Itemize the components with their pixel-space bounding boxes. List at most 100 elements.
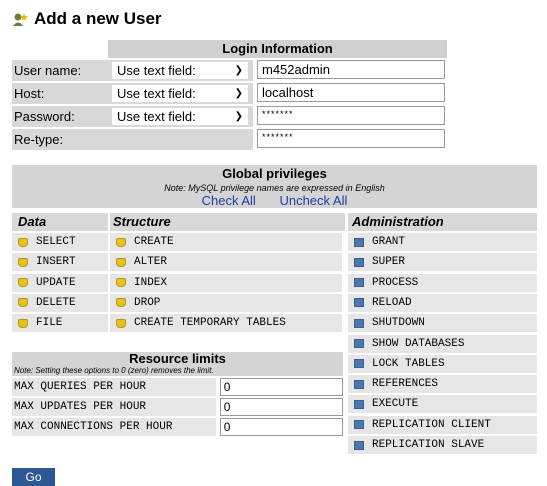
privilege-label: REPLICATION SLAVE: [372, 439, 485, 451]
database-yellow-icon: [18, 298, 28, 308]
host-label: Host:: [12, 83, 108, 104]
privilege-label: FILE: [36, 317, 63, 330]
privilege-label: SHUTDOWN: [372, 317, 425, 330]
password-label: Password:: [12, 106, 108, 127]
privilege-index[interactable]: INDEX: [110, 273, 342, 292]
max-connections-row: MAX CONNECTIONS PER HOUR 0: [12, 418, 343, 436]
check-links: Check All Uncheck All: [12, 194, 537, 208]
privilege-label: SELECT: [36, 236, 76, 248]
privilege-label: UPDATE: [36, 276, 76, 289]
privilege-label: INDEX: [134, 276, 168, 289]
admin-blue-icon: [354, 257, 364, 267]
max-queries-label: MAX QUERIES PER HOUR: [12, 378, 216, 396]
login-header: Login Information: [108, 40, 447, 58]
privilege-reload[interactable]: RELOAD: [348, 293, 537, 312]
privilege-label: INSERT: [36, 256, 76, 269]
username-input[interactable]: m452admin: [257, 60, 445, 79]
privilege-label: RELOAD: [372, 296, 412, 309]
privilege-file[interactable]: FILE: [12, 314, 108, 333]
administration-column-header: Administration: [348, 213, 537, 231]
privilege-label: DELETE: [36, 296, 76, 309]
privilege-create[interactable]: CREATE: [110, 233, 342, 251]
max-queries-row: MAX QUERIES PER HOUR 0: [12, 378, 343, 396]
privilege-alter[interactable]: ALTER: [110, 253, 342, 272]
username-row: User name: Use text field: ❯ m452admin: [12, 60, 447, 81]
admin-blue-icon: [354, 440, 364, 450]
max-queries-input[interactable]: 0: [219, 378, 343, 396]
username-mode-select[interactable]: Use text field: ❯: [112, 62, 248, 79]
structure-yellow-icon: [116, 318, 126, 328]
host-input[interactable]: localhost: [257, 83, 445, 102]
database-yellow-icon: [18, 257, 28, 267]
max-connections-label: MAX CONNECTIONS PER HOUR: [12, 418, 216, 436]
structure-yellow-icon: [116, 298, 126, 308]
retype-password-input[interactable]: *******: [257, 129, 445, 148]
database-yellow-icon: [18, 278, 28, 288]
username-label: User name:: [12, 60, 108, 81]
password-row: Password: Use text field: ❯ *******: [12, 106, 447, 127]
privilege-label: REFERENCES: [372, 378, 439, 391]
resource-limits-section: Resource limits Note: Setting these opti…: [12, 352, 343, 436]
admin-blue-icon: [354, 237, 364, 247]
password-input[interactable]: *******: [257, 106, 445, 125]
admin-blue-icon: [354, 318, 364, 328]
privilege-label: REPLICATION CLIENT: [372, 418, 491, 431]
privilege-label: SUPER: [372, 256, 406, 269]
privilege-grant[interactable]: GRANT: [348, 233, 537, 251]
privilege-label: DROP: [134, 296, 161, 309]
password-mode-select[interactable]: Use text field: ❯: [112, 108, 248, 125]
privilege-update[interactable]: UPDATE: [12, 273, 108, 292]
max-updates-input[interactable]: 0: [219, 398, 343, 416]
privilege-select[interactable]: SELECT: [12, 233, 108, 251]
privilege-label: CREATE: [134, 236, 174, 248]
structure-column-header: Structure: [110, 213, 345, 231]
structure-yellow-icon: [116, 278, 126, 288]
resource-limits-note: Note: Setting these options to 0 (zero) …: [12, 366, 343, 376]
admin-blue-icon: [354, 359, 364, 369]
admin-blue-icon: [354, 379, 364, 389]
resource-limits-header: Resource limits: [12, 352, 343, 366]
global-privileges-note: Note: MySQL privilege names are expresse…: [12, 182, 537, 194]
chevron-down-icon: ❯: [234, 88, 243, 99]
max-connections-input[interactable]: 0: [219, 418, 343, 436]
retype-row: Re-type: *******: [12, 129, 447, 150]
retype-label: Re-type:: [12, 129, 108, 150]
admin-blue-icon: [354, 420, 364, 430]
add-user-icon: [13, 13, 28, 26]
privilege-label: ALTER: [134, 256, 168, 269]
uncheck-all-link[interactable]: Uncheck All: [279, 193, 347, 208]
privilege-insert[interactable]: INSERT: [12, 253, 108, 272]
privilege-label: PROCESS: [372, 276, 419, 289]
privilege-label: GRANT: [372, 236, 406, 248]
global-privileges-header: Global privileges: [12, 165, 537, 182]
go-button[interactable]: Go: [12, 468, 55, 486]
privilege-create-temporary-tables[interactable]: CREATE TEMPORARY TABLES: [110, 314, 342, 333]
privilege-show-databases[interactable]: SHOW DATABASES: [348, 334, 537, 353]
privilege-replication-client[interactable]: REPLICATION CLIENT: [348, 415, 537, 434]
privilege-drop[interactable]: DROP: [110, 293, 342, 312]
privilege-shutdown[interactable]: SHUTDOWN: [348, 314, 537, 333]
privilege-label: EXECUTE: [372, 398, 419, 411]
max-updates-row: MAX UPDATES PER HOUR 0: [12, 398, 343, 416]
privilege-execute[interactable]: EXECUTE: [348, 395, 537, 414]
structure-yellow-icon: [116, 257, 126, 267]
privilege-super[interactable]: SUPER: [348, 253, 537, 272]
admin-blue-icon: [354, 298, 364, 308]
data-column-header: Data: [12, 213, 108, 231]
privilege-replication-slave[interactable]: REPLICATION SLAVE: [348, 436, 537, 454]
privilege-references[interactable]: REFERENCES: [348, 375, 537, 394]
chevron-down-icon: ❯: [234, 65, 243, 76]
admin-blue-icon: [354, 339, 364, 348]
privilege-label: SHOW DATABASES: [372, 337, 465, 350]
max-updates-label: MAX UPDATES PER HOUR: [12, 398, 216, 416]
host-mode-select[interactable]: Use text field: ❯: [112, 85, 248, 102]
privilege-process[interactable]: PROCESS: [348, 273, 537, 292]
admin-blue-icon: [354, 278, 364, 288]
privilege-delete[interactable]: DELETE: [12, 293, 108, 312]
database-yellow-icon: [18, 318, 28, 328]
check-all-link[interactable]: Check All: [202, 193, 256, 208]
database-yellow-icon: [18, 237, 28, 247]
privilege-label: LOCK TABLES: [372, 357, 445, 370]
privilege-lock-tables[interactable]: LOCK TABLES: [348, 354, 537, 373]
host-row: Host: Use text field: ❯ localhost: [12, 83, 447, 104]
